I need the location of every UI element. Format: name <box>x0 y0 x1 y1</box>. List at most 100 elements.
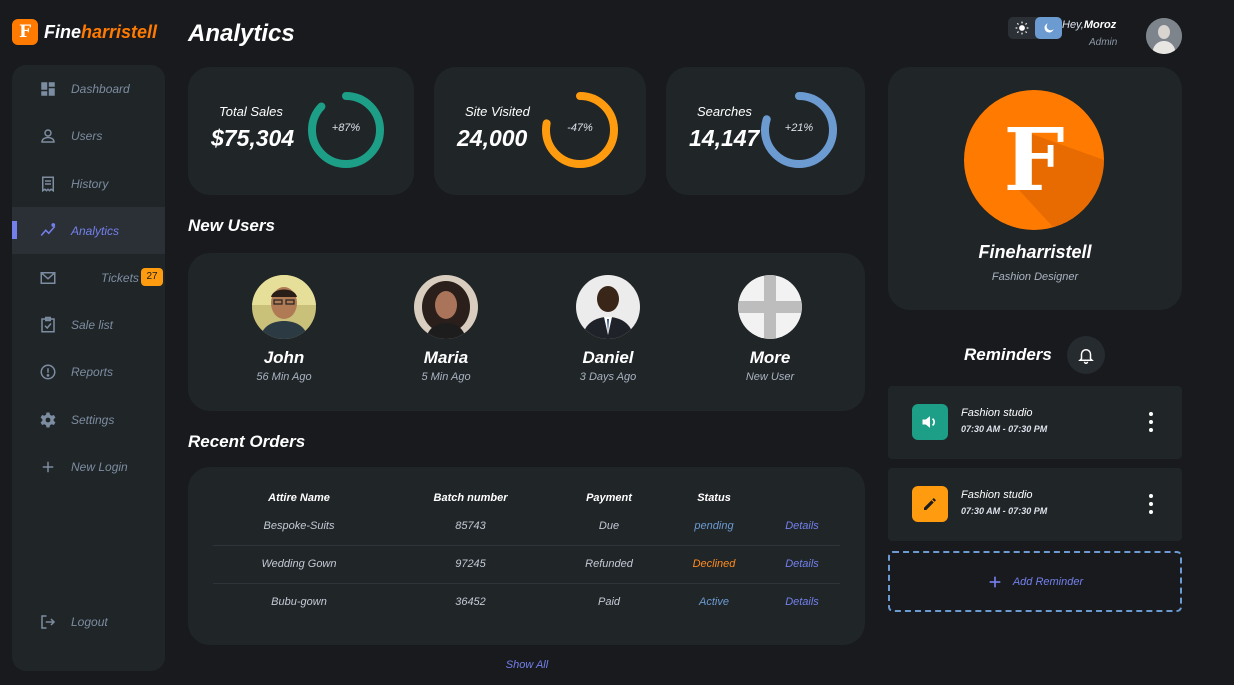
notifications-button[interactable] <box>1067 336 1105 374</box>
sidebar-item-label: Tickets <box>101 270 139 285</box>
batch-number-cell: 85743 <box>455 520 486 532</box>
sidebar-item-label: Sale list <box>71 317 114 332</box>
orders-table: Attire Name Batch number Payment Status … <box>188 467 865 645</box>
user-card-more[interactable]: More New User <box>710 275 830 383</box>
reminder-time: 07:30 AM - 07:30 PM <box>961 424 1048 434</box>
user-card-maria[interactable]: Maria 5 Min Ago <box>386 275 506 383</box>
moon-icon[interactable] <box>1035 17 1062 39</box>
user-card-daniel[interactable]: Daniel 3 Days Ago <box>548 275 668 383</box>
svg-text:F: F <box>1003 110 1064 211</box>
stat-label: Total Sales <box>219 104 283 119</box>
stat-label: Site Visited <box>465 104 530 119</box>
sidebar: Dashboard Users History Analytics Ticket… <box>12 65 165 671</box>
batch-number-cell: 36452 <box>455 596 486 608</box>
avatar <box>252 275 316 339</box>
tickets-count-badge: 27 <box>141 268 163 286</box>
row-divider <box>213 583 840 584</box>
user-time: New User <box>745 371 795 383</box>
add-reminder-button[interactable]: Add Reminder <box>888 551 1182 612</box>
avatar <box>414 275 478 339</box>
attire-name-cell: Bubu-gown <box>271 596 327 608</box>
reminder-time: 07:30 AM - 07:30 PM <box>961 506 1048 516</box>
profile-role: Fashion Designer <box>991 271 1079 283</box>
batch-number-cell: 97245 <box>455 558 486 570</box>
reminder-item[interactable]: Fashion studio 07:30 AM - 07:30 PM <box>888 386 1182 459</box>
sidebar-item-label: Analytics <box>71 223 120 238</box>
row-divider <box>213 545 840 546</box>
user-time: 5 Min Ago <box>421 371 471 383</box>
brand-logo-large: F <box>964 90 1104 230</box>
status-cell: Active <box>699 596 729 608</box>
user-name: John <box>263 348 305 367</box>
stat-percent: +87% <box>331 122 361 134</box>
insights-icon <box>40 222 56 236</box>
sidebar-item-history[interactable]: History <box>12 160 165 207</box>
user-role: Admin <box>1089 37 1118 48</box>
details-link[interactable]: Details <box>764 558 840 570</box>
stat-card-searches[interactable]: Searches 14,147 +21% <box>666 67 865 195</box>
report-icon <box>40 364 56 379</box>
user-card-john[interactable]: John 56 Min Ago <box>224 275 344 383</box>
sidebar-item-label: Reports <box>71 364 114 379</box>
profile-card: F Fineharristell Fashion Designer <box>888 67 1182 310</box>
status-cell: pending <box>694 520 734 532</box>
stat-value: 24,000 <box>457 125 528 151</box>
user-time: 56 Min Ago <box>256 371 312 383</box>
sidebar-item-tickets[interactable]: Tickets 27 <box>12 254 165 301</box>
dashboard-icon <box>41 81 55 96</box>
page-title: Analytics <box>188 20 295 47</box>
sidebar-item-analytics[interactable]: Analytics <box>12 207 165 254</box>
details-link[interactable]: Details <box>764 520 840 532</box>
column-header: Batch number <box>433 492 508 504</box>
reminder-item[interactable]: Fashion studio 07:30 AM - 07:30 PM <box>888 468 1182 541</box>
plus-icon <box>42 461 54 472</box>
user-name: More <box>749 348 791 367</box>
stat-percent: +21% <box>784 122 814 134</box>
sidebar-item-label: New Login <box>71 459 128 474</box>
sidebar-item-new-login[interactable]: New Login <box>12 443 165 490</box>
sidebar-item-label: History <box>71 176 109 191</box>
logo-mark: F <box>12 19 38 45</box>
volume-icon <box>912 404 948 440</box>
gear-icon <box>40 412 56 427</box>
stat-card-total-sales[interactable]: Total Sales $75,304 +87% <box>188 67 414 195</box>
sidebar-item-reports[interactable]: Reports <box>12 348 165 395</box>
sidebar-item-dashboard[interactable]: Dashboard <box>12 65 165 112</box>
stat-percent: -47% <box>567 122 593 134</box>
payment-cell: Paid <box>597 596 621 608</box>
new-users-card: John 56 Min Ago Maria 5 Min Ago Daniel 3… <box>188 253 865 411</box>
logout-button[interactable]: Logout <box>12 598 165 645</box>
sun-icon[interactable] <box>1008 17 1035 39</box>
add-user-icon <box>738 275 802 339</box>
clipboard-check-icon <box>41 316 55 332</box>
pencil-icon <box>912 486 948 522</box>
stat-value: $75,304 <box>211 125 295 151</box>
sidebar-item-label: Settings <box>71 412 115 427</box>
add-reminder-label: Add Reminder <box>1012 575 1084 588</box>
stat-value: 14,147 <box>689 125 760 151</box>
more-options-icon[interactable] <box>1148 494 1154 514</box>
attire-name-cell: Wedding Gown <box>261 558 337 570</box>
brand-logo[interactable]: F Fineharristell <box>12 18 157 46</box>
mail-icon <box>40 271 56 284</box>
stat-card-site-visited[interactable]: Site Visited 24,000 -47% <box>434 67 646 195</box>
theme-toggle[interactable] <box>1008 17 1062 39</box>
greeting: Hey,Moroz <box>1062 19 1117 31</box>
brand-name: Fineharristell <box>44 21 158 42</box>
logout-label: Logout <box>71 614 108 629</box>
user-name: Moroz <box>1083 19 1117 31</box>
avatar[interactable] <box>1146 18 1182 54</box>
status-cell: Declined <box>692 558 736 570</box>
receipt-icon <box>42 176 54 192</box>
column-header: Status <box>697 492 731 504</box>
more-options-icon[interactable] <box>1148 412 1154 432</box>
details-link[interactable]: Details <box>764 596 840 608</box>
sidebar-item-sale-list[interactable]: Sale list <box>12 301 165 348</box>
sidebar-item-label: Dashboard <box>71 81 130 96</box>
bell-icon <box>1078 349 1094 364</box>
column-header: Payment <box>586 492 632 504</box>
person-icon <box>41 128 55 143</box>
show-all-link[interactable]: Show All <box>468 659 586 671</box>
sidebar-item-users[interactable]: Users <box>12 112 165 159</box>
sidebar-item-settings[interactable]: Settings <box>12 396 165 443</box>
